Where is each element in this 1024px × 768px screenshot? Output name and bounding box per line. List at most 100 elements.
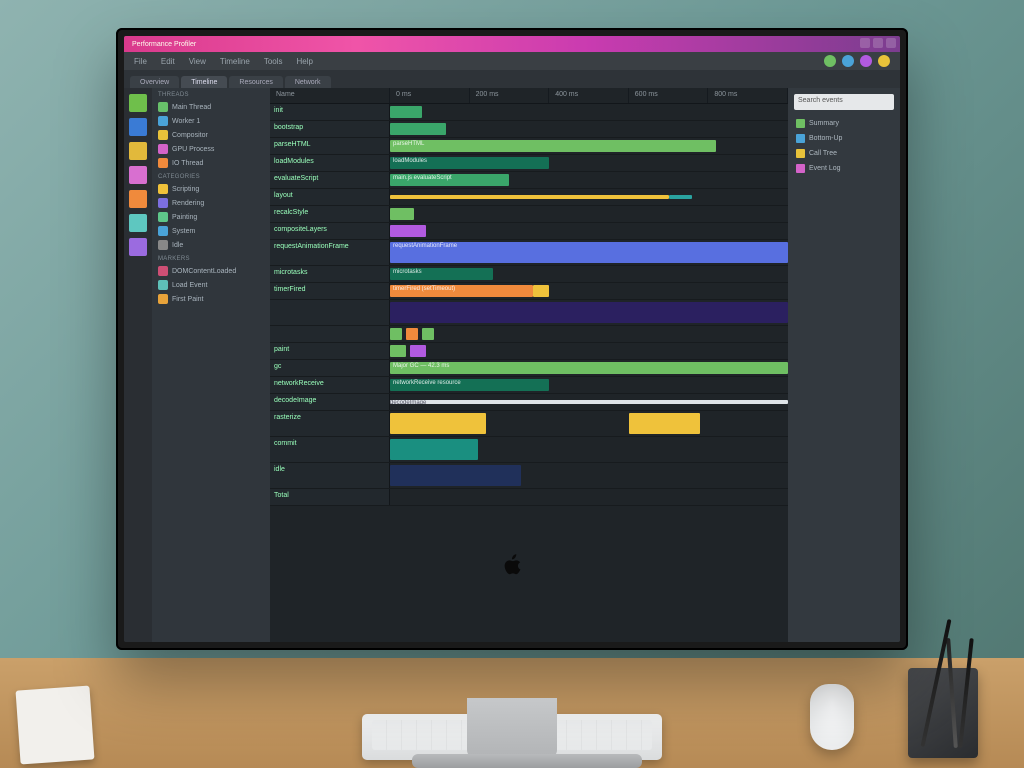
timeline-row[interactable]: gcMajor GC — 42.3 ms — [270, 360, 788, 377]
timeline-row[interactable]: loadModulesloadModules — [270, 155, 788, 172]
row-track[interactable]: networkReceive resource — [390, 377, 788, 393]
timeline-row[interactable]: layout — [270, 189, 788, 206]
row-track[interactable] — [390, 104, 788, 120]
sidebar-section-header[interactable]: Categories — [152, 170, 270, 182]
search-input[interactable]: Search events — [794, 94, 894, 110]
window-titlebar[interactable]: Performance Profiler — [124, 36, 900, 52]
timeline-bar[interactable] — [422, 328, 434, 340]
row-track[interactable] — [390, 189, 788, 205]
sidebar-item[interactable]: DOMContentLoaded — [152, 264, 270, 278]
row-track[interactable]: main.js evaluateScript — [390, 172, 788, 188]
menu-tools[interactable]: Tools — [264, 57, 283, 66]
row-track[interactable]: loadModules — [390, 155, 788, 171]
files-icon[interactable] — [129, 94, 147, 112]
menu-help[interactable]: Help — [297, 57, 313, 66]
timeline-row[interactable]: microtasksmicrotasks — [270, 266, 788, 283]
timeline-row[interactable]: paint — [270, 343, 788, 360]
sidebar-item[interactable]: GPU Process — [152, 142, 270, 156]
timeline-bar[interactable]: timerFired (setTimeout) — [390, 285, 533, 297]
row-track[interactable] — [390, 206, 788, 222]
sidebar-item[interactable]: Load Event — [152, 278, 270, 292]
timeline-bar[interactable] — [390, 345, 406, 357]
menu-file[interactable]: File — [134, 57, 147, 66]
sidebar-item[interactable]: IO Thread — [152, 156, 270, 170]
row-track[interactable]: parseHTML — [390, 138, 788, 154]
timeline-row[interactable]: decodeImagedecodeImage — [270, 394, 788, 411]
timeline-bar[interactable] — [390, 465, 521, 486]
search-icon[interactable] — [129, 118, 147, 136]
timeline-bar[interactable]: microtasks — [390, 268, 493, 280]
row-track[interactable] — [390, 343, 788, 359]
timeline-bar[interactable] — [390, 106, 422, 118]
sidebar-section-header[interactable]: Markers — [152, 252, 270, 264]
sidebar-item[interactable]: System — [152, 224, 270, 238]
row-track[interactable] — [390, 489, 788, 505]
row-track[interactable]: microtasks — [390, 266, 788, 282]
timeline-row[interactable]: networkReceivenetworkReceive resource — [270, 377, 788, 394]
close-button[interactable] — [886, 38, 896, 48]
row-track[interactable] — [390, 437, 788, 462]
timeline-bar[interactable]: parseHTML — [390, 140, 716, 152]
tab-network[interactable]: Network — [285, 76, 331, 88]
row-track[interactable]: requestAnimationFrame — [390, 240, 788, 265]
timeline-bar[interactable]: networkReceive resource — [390, 379, 549, 391]
sidebar-item[interactable]: Rendering — [152, 196, 270, 210]
timeline-row[interactable] — [270, 326, 788, 343]
timeline-bar[interactable] — [390, 413, 486, 434]
row-track[interactable] — [390, 463, 788, 488]
timeline-row[interactable]: Total — [270, 489, 788, 506]
branch-icon[interactable] — [129, 142, 147, 160]
menu-view[interactable]: View — [189, 57, 206, 66]
sidebar-item[interactable]: Scripting — [152, 182, 270, 196]
timeline-bar[interactable]: requestAnimationFrame — [390, 242, 788, 263]
tab-timeline[interactable]: Timeline — [181, 76, 227, 88]
timeline-row[interactable]: recalcStyle — [270, 206, 788, 223]
timeline-bar[interactable] — [406, 328, 418, 340]
timeline-rows[interactable]: initbootstrapparseHTMLparseHTMLloadModul… — [270, 104, 788, 642]
timeline-bar[interactable] — [390, 123, 446, 135]
timeline-bar[interactable] — [390, 328, 402, 340]
timeline-bar[interactable] — [669, 195, 693, 199]
sidebar-item[interactable]: Main Thread — [152, 100, 270, 114]
sidebar-item[interactable]: First Paint — [152, 292, 270, 306]
maximize-button[interactable] — [873, 38, 883, 48]
row-track[interactable]: decodeImage — [390, 394, 788, 410]
row-track[interactable] — [390, 300, 788, 325]
timeline-bar[interactable] — [390, 208, 414, 220]
minimize-button[interactable] — [860, 38, 870, 48]
timeline-row[interactable]: requestAnimationFramerequestAnimationFra… — [270, 240, 788, 266]
extensions-icon[interactable] — [129, 190, 147, 208]
timeline-bar[interactable] — [390, 195, 669, 199]
sidebar-item[interactable]: Idle — [152, 238, 270, 252]
timeline-bar[interactable] — [410, 345, 426, 357]
row-track[interactable] — [390, 121, 788, 137]
sidebar-item[interactable]: Worker 1 — [152, 114, 270, 128]
debug-icon[interactable] — [129, 166, 147, 184]
sidebar-item[interactable]: Painting — [152, 210, 270, 224]
row-track[interactable] — [390, 411, 788, 436]
timeline-bar[interactable]: loadModules — [390, 157, 549, 169]
sidebar-item[interactable]: Compositor — [152, 128, 270, 142]
timeline-bar[interactable] — [629, 413, 701, 434]
timeline-row[interactable] — [270, 300, 788, 326]
sidebar-section-header[interactable]: Threads — [152, 88, 270, 100]
menu-edit[interactable]: Edit — [161, 57, 175, 66]
timeline-row[interactable]: rasterize — [270, 411, 788, 437]
row-track[interactable] — [390, 223, 788, 239]
right-panel-item[interactable]: Call Tree — [788, 146, 900, 161]
tab-overview[interactable]: Overview — [130, 76, 179, 88]
timeline-bar[interactable]: main.js evaluateScript — [390, 174, 509, 186]
row-track[interactable]: Major GC — 42.3 ms — [390, 360, 788, 376]
timeline-bar[interactable]: decodeImage — [390, 400, 788, 404]
row-track[interactable]: timerFired (setTimeout) — [390, 283, 788, 299]
right-panel-item[interactable]: Summary — [788, 116, 900, 131]
timeline-row[interactable]: compositeLayers — [270, 223, 788, 240]
timeline-row[interactable]: bootstrap — [270, 121, 788, 138]
timeline-bar[interactable] — [390, 225, 426, 237]
timeline-bar[interactable]: Major GC — 42.3 ms — [390, 362, 788, 374]
timeline-row[interactable]: timerFiredtimerFired (setTimeout) — [270, 283, 788, 300]
timeline-row[interactable]: init — [270, 104, 788, 121]
timeline-row[interactable]: parseHTMLparseHTML — [270, 138, 788, 155]
timeline-row[interactable]: commit — [270, 437, 788, 463]
timeline-row[interactable]: idle — [270, 463, 788, 489]
